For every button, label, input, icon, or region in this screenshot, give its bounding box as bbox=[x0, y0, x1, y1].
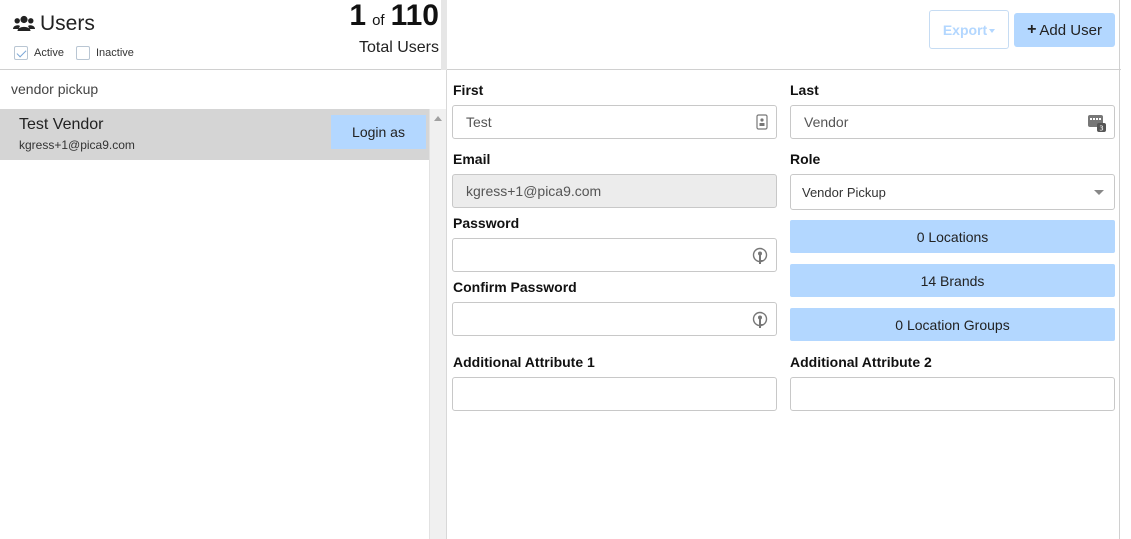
export-button[interactable]: Export bbox=[929, 10, 1009, 49]
last-name-label: Last bbox=[790, 82, 819, 98]
count-current: 1 bbox=[349, 0, 367, 32]
password-manager-icon[interactable] bbox=[752, 311, 768, 332]
role-value: Vendor Pickup bbox=[802, 184, 886, 200]
role-label: Role bbox=[790, 151, 821, 167]
first-name-label: First bbox=[453, 82, 484, 98]
first-name-field[interactable]: Test bbox=[452, 105, 777, 139]
login-as-button[interactable]: Login as bbox=[331, 115, 426, 149]
total-users-label: Total Users bbox=[358, 39, 439, 56]
password-field[interactable] bbox=[452, 238, 777, 272]
locations-button[interactable]: 0 Locations bbox=[790, 220, 1115, 253]
search-row[interactable]: vendor pickup bbox=[0, 71, 446, 109]
users-list-panel: Users Active Inactive 1 of 110 Total Users… bbox=[0, 0, 447, 539]
chevron-down-icon bbox=[989, 28, 996, 33]
contact-card-icon bbox=[756, 114, 768, 133]
inactive-checkbox[interactable] bbox=[75, 46, 90, 60]
panel-border bbox=[1119, 0, 1120, 539]
brands-button[interactable]: 14 Brands bbox=[790, 264, 1115, 297]
role-select[interactable]: Vendor Pickup bbox=[790, 174, 1115, 210]
users-list: Test Vendor kgress+1@pica9.com Login as bbox=[0, 109, 429, 539]
email-value: kgress+1@pica9.com bbox=[466, 183, 602, 199]
active-checkbox[interactable] bbox=[14, 46, 28, 60]
confirm-password-label: Confirm Password bbox=[453, 279, 577, 295]
count-of: of bbox=[372, 12, 385, 29]
scroll-up-icon[interactable] bbox=[434, 116, 442, 121]
export-label: Export bbox=[942, 21, 988, 38]
filter-active[interactable]: Active bbox=[14, 46, 64, 60]
confirm-password-field[interactable] bbox=[452, 302, 777, 336]
status-filters: Active Inactive bbox=[14, 46, 146, 60]
email-label: Email bbox=[453, 151, 491, 167]
user-detail-panel: Export + Add User First Test Last Vendor… bbox=[447, 0, 1131, 539]
count-total: 110 bbox=[390, 0, 439, 32]
first-name-value: Test bbox=[466, 114, 492, 130]
filter-active-label: Active bbox=[34, 47, 64, 59]
search-input[interactable]: vendor pickup bbox=[11, 81, 98, 97]
add-user-label: Add User bbox=[1039, 21, 1102, 39]
password-label: Password bbox=[453, 215, 520, 231]
page-title: Users bbox=[13, 12, 95, 36]
last-name-field[interactable]: Vendor 3 bbox=[790, 105, 1115, 139]
user-counter: 1 of 110 Total Users bbox=[349, 0, 439, 57]
email-field: kgress+1@pica9.com bbox=[452, 174, 777, 208]
last-name-value: Vendor bbox=[804, 114, 849, 130]
password-manager-icon[interactable] bbox=[752, 247, 768, 268]
chevron-down-icon bbox=[1094, 190, 1104, 195]
users-icon bbox=[13, 15, 35, 33]
attribute-1-label: Additional Attribute 1 bbox=[453, 354, 595, 370]
location-groups-button[interactable]: 0 Location Groups bbox=[790, 308, 1115, 341]
svg-text:3: 3 bbox=[1099, 125, 1103, 133]
plus-icon: + bbox=[1027, 21, 1037, 38]
list-scrollbar[interactable] bbox=[429, 109, 446, 539]
users-header: Users Active Inactive 1 of 110 Total Users bbox=[0, 0, 447, 70]
user-name: Test Vendor bbox=[19, 116, 104, 133]
attribute-2-label: Additional Attribute 2 bbox=[790, 354, 932, 370]
user-email: kgress+1@pica9.com bbox=[19, 138, 135, 152]
autofill-icon: 3 bbox=[1088, 114, 1106, 135]
filter-inactive-label: Inactive bbox=[95, 47, 134, 59]
add-user-button[interactable]: + Add User bbox=[1014, 13, 1115, 47]
list-item[interactable]: Test Vendor kgress+1@pica9.com Login as bbox=[0, 109, 429, 160]
page-title-text: Users bbox=[40, 12, 95, 35]
detail-toolbar: Export + Add User bbox=[447, 0, 1121, 70]
attribute-1-field[interactable] bbox=[452, 377, 777, 411]
attribute-2-field[interactable] bbox=[790, 377, 1115, 411]
filter-inactive[interactable]: Inactive bbox=[75, 46, 134, 60]
